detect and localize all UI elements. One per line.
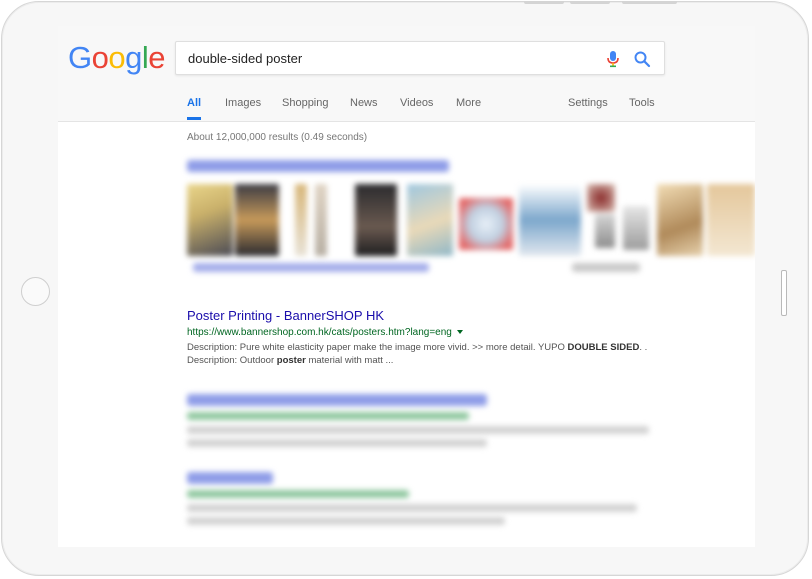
volume-button: [570, 1, 610, 4]
logo-letter: o: [91, 40, 109, 75]
tab-settings[interactable]: Settings: [568, 96, 608, 120]
browser-screen: Google double-sided poster All Images Sh…: [58, 26, 755, 547]
logo-letter: G: [68, 40, 92, 75]
results-area: About 12,000,000 results (0.49 seconds) …: [58, 122, 755, 547]
search-box[interactable]: double-sided poster: [175, 41, 665, 75]
blurred-thumbnail: [587, 184, 615, 212]
tab-videos[interactable]: Videos: [400, 96, 433, 120]
blurred-thumbnail: [519, 184, 581, 256]
snippet-text: material with matt ...: [305, 355, 394, 366]
microphone-icon[interactable]: [605, 50, 621, 68]
blurred-result-title: [187, 394, 487, 406]
blurred-result-url: [187, 412, 469, 420]
snippet-text: Description: Pure white elasticity paper…: [187, 342, 568, 353]
logo-letter: o: [108, 40, 126, 75]
blurred-result-title: [187, 472, 273, 484]
snippet-bold: DOUBLE SIDED: [567, 342, 640, 353]
blurred-result-url: [187, 490, 409, 498]
side-button: [781, 270, 787, 316]
tab-news[interactable]: News: [350, 96, 378, 120]
volume-button: [524, 1, 564, 4]
blurred-thumbnail: [623, 206, 649, 250]
snippet-bold: poster: [276, 355, 306, 366]
blurred-thumbnail: [459, 198, 513, 250]
result-stats: About 12,000,000 results (0.49 seconds): [187, 132, 368, 143]
caret-down-icon[interactable]: [456, 330, 463, 335]
blurred-result-snippet: [187, 439, 487, 447]
blurred-thumbnail: [187, 184, 233, 256]
logo-letter: g: [125, 40, 142, 75]
google-logo[interactable]: Google: [68, 40, 166, 76]
search-header: Google double-sided poster All Images Sh…: [58, 26, 755, 122]
search-result: Poster Printing - BannerSHOP HK https://…: [187, 308, 657, 367]
logo-letter: e: [148, 40, 166, 75]
blurred-thumbnail: [355, 184, 397, 256]
result-url-text: https://www.bannershop.com.hk/cats/poste…: [187, 327, 452, 338]
tab-more[interactable]: More: [456, 96, 481, 120]
blurred-thumbnail: [295, 184, 307, 256]
magnifier-icon[interactable]: [633, 50, 651, 68]
blurred-more-images-link: [193, 263, 429, 272]
tab-tools[interactable]: Tools: [629, 96, 655, 120]
blurred-thumbnail: [657, 184, 703, 256]
home-button[interactable]: [21, 277, 50, 306]
blurred-result-snippet: [187, 426, 649, 434]
search-tabs: All Images Shopping News Videos More Set…: [58, 96, 755, 121]
tab-all[interactable]: All: [187, 96, 202, 120]
result-url: https://www.bannershop.com.hk/cats/poste…: [187, 325, 657, 340]
tab-images[interactable]: Images: [225, 96, 261, 120]
blurred-thumbnail: [315, 184, 327, 256]
blurred-result-snippet: [187, 517, 505, 525]
result-title-link[interactable]: Poster Printing - BannerSHOP HK: [187, 308, 657, 324]
tab-shopping[interactable]: Shopping: [282, 96, 329, 120]
blurred-thumbnail: [595, 214, 615, 248]
blurred-image-strip: [185, 184, 755, 258]
blurred-image-heading: [187, 160, 449, 172]
blurred-thumbnail: [235, 184, 279, 256]
blurred-thumbnail: [707, 184, 755, 256]
search-input[interactable]: double-sided poster: [188, 51, 302, 66]
power-button: [622, 1, 677, 4]
result-snippet: Description: Pure white elasticity paper…: [187, 341, 652, 367]
blurred-report-images-link: [572, 263, 640, 272]
blurred-thumbnail: [407, 184, 453, 256]
blurred-result-snippet: [187, 504, 637, 512]
